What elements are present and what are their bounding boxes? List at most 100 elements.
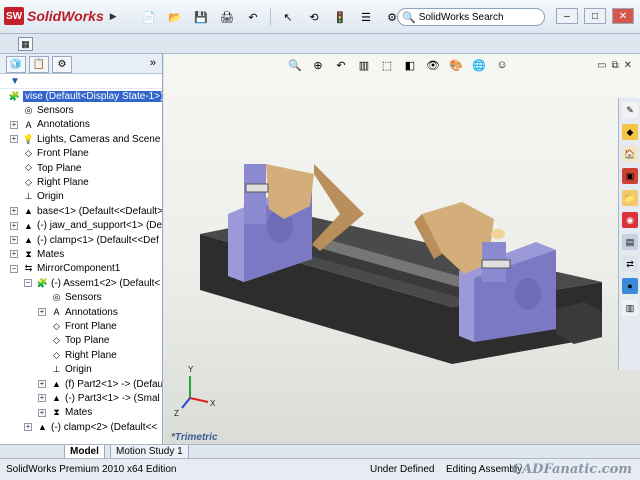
new-document-icon[interactable]: 📄 xyxy=(138,8,160,26)
tree-item[interactable]: ⊥ Origin xyxy=(0,190,162,204)
feature-manager-panel: 🧊 📋 ⚙ » ▼ 🧩 vise (Default<Display State-1… xyxy=(0,54,163,444)
more-tabs-icon[interactable]: » xyxy=(150,57,156,69)
solidworks-menu[interactable]: SW SolidWorks ▶ xyxy=(4,6,117,26)
expand-icon[interactable]: + xyxy=(38,379,46,388)
mates-icon: ⧗ xyxy=(53,407,60,418)
tree-item[interactable]: + ⧗ Mates xyxy=(0,247,162,261)
tree-item-label: (-) Part3<1> -> (Smal xyxy=(65,392,160,404)
tree-item-label: Mates xyxy=(65,407,93,419)
tree-item-label: (-) jaw_and_support<1> (Def xyxy=(37,220,162,232)
tree-item-label: Top Plane xyxy=(65,335,110,347)
pen-icon[interactable]: ✎ xyxy=(622,102,638,118)
tree-item[interactable]: ⊥ Origin xyxy=(0,362,162,376)
expand-icon[interactable]: + xyxy=(10,207,18,216)
tree-item[interactable]: + ▲ (-) Part3<1> -> (Smal xyxy=(0,391,162,405)
tree-item-label: (f) Part2<1> -> (Defau xyxy=(65,378,162,390)
scenes-icon[interactable]: ● xyxy=(622,278,638,294)
motion-study-tab[interactable]: Motion Study 1 xyxy=(110,445,189,459)
tree-item[interactable]: + ▲ (f) Part2<1> -> (Defau xyxy=(0,377,162,391)
feature-manager-tab-icon[interactable]: 🧊 xyxy=(6,56,26,73)
tree-item[interactable]: ◎ Sensors xyxy=(0,103,162,117)
window-controls: – □ ✕ xyxy=(556,8,634,24)
collapse-icon[interactable]: − xyxy=(10,264,18,273)
sensors-icon: ◎ xyxy=(52,291,61,302)
expand-icon[interactable]: + xyxy=(10,135,18,144)
vise-model[interactable]: Y X Z xyxy=(164,54,640,444)
save-icon[interactable]: 💾 xyxy=(190,8,212,26)
tree-item[interactable]: + ▲ (-) jaw_and_support<1> (Def xyxy=(0,219,162,233)
tree-item[interactable]: − 🧩 (-) Assem1<2> (Default< xyxy=(0,276,162,290)
expand-icon[interactable]: + xyxy=(38,307,46,316)
collapse-icon[interactable]: − xyxy=(24,279,32,288)
tree-item[interactable]: − ⇆ MirrorComponent1 xyxy=(0,262,162,276)
expand-icon[interactable]: + xyxy=(38,408,46,417)
tree-item[interactable]: + A Annotations xyxy=(0,305,162,319)
app-name: SolidWorks xyxy=(27,8,104,24)
property-manager-tab-icon[interactable]: 📋 xyxy=(29,56,49,73)
tree-item[interactable]: 🧩 vise (Default<Display State-1>) xyxy=(0,89,162,103)
expand-icon[interactable]: + xyxy=(10,250,18,259)
undo-icon[interactable]: ↶ xyxy=(242,8,264,26)
expand-icon[interactable]: + xyxy=(24,422,32,431)
tree-item[interactable]: ◇ Front Plane xyxy=(0,319,162,333)
mates-icon: ⧗ xyxy=(25,248,32,259)
tree-item[interactable]: ◇ Right Plane xyxy=(0,175,162,189)
graphics-area[interactable]: 🔍 ⊕ ↶ ▥ ⬚ ◧ 👁 🎨 🌐 ☺ ▭ ⧉ ✕ Y X Z *Trimetr… xyxy=(164,54,640,444)
edition-text: SolidWorks Premium 2010 x64 Edition xyxy=(6,464,177,475)
search-results-icon[interactable]: ▣ xyxy=(622,168,638,184)
tree-item-label: Annotations xyxy=(37,119,90,131)
tree-item[interactable]: + ▲ base<1> (Default<<Default> xyxy=(0,204,162,218)
right-knob xyxy=(491,229,505,239)
tree-item[interactable]: + ▲ (-) clamp<1> (Default<<Def xyxy=(0,233,162,247)
tree-item-label: Annotations xyxy=(65,306,118,318)
maximize-icon[interactable]: □ xyxy=(584,8,606,24)
command-manager-icon[interactable]: ▦ xyxy=(18,37,33,51)
expand-icon[interactable]: + xyxy=(10,120,18,129)
select-cursor-icon[interactable]: ↖ xyxy=(277,8,299,26)
model-tab[interactable]: Model xyxy=(64,445,105,459)
tree-item-label: Mates xyxy=(37,248,65,260)
view-palette-icon[interactable]: ▤ xyxy=(622,234,638,250)
part-icon: ▲ xyxy=(52,393,61,404)
tree-item[interactable]: ◇ Right Plane xyxy=(0,348,162,362)
triad-x-label: X xyxy=(210,399,216,408)
search-input[interactable]: SolidWorks Search xyxy=(419,12,504,23)
plane-icon: ◇ xyxy=(53,349,60,360)
feature-tree: 🧩 vise (Default<Display State-1>) ◎ Sensors… xyxy=(0,89,162,434)
custom-properties-icon[interactable]: ▥ xyxy=(622,300,638,316)
tree-item[interactable]: ◇ Front Plane xyxy=(0,147,162,161)
tree-item[interactable]: + ▲ (-) clamp<2> (Default<< xyxy=(0,420,162,434)
close-icon[interactable]: ✕ xyxy=(612,8,634,24)
expand-icon[interactable]: + xyxy=(38,394,46,403)
tree-item[interactable]: + ⧗ Mates xyxy=(0,406,162,420)
tree-item[interactable]: ◇ Top Plane xyxy=(0,334,162,348)
toolbox-icon[interactable]: ◉ xyxy=(622,212,638,228)
filter-icon[interactable]: ▼ xyxy=(10,76,20,87)
file-explorer-icon[interactable]: 🏠 xyxy=(622,146,638,162)
rebuild-icon[interactable]: ⟲ xyxy=(303,8,325,26)
plane-icon: ◇ xyxy=(53,335,60,346)
standard-toolbar: 📄 📂 💾 🖨 ↶ ↖ ⟲ 🚦 ☰ ⚙ xyxy=(138,8,403,26)
left-jaw-support xyxy=(244,164,266,224)
expand-icon[interactable]: + xyxy=(10,235,18,244)
appearances-icon[interactable]: ⇄ xyxy=(622,256,638,272)
tree-item[interactable]: + A Annotations xyxy=(0,118,162,132)
minimize-icon[interactable]: – xyxy=(556,8,578,24)
open-folder-icon[interactable]: 📂 xyxy=(164,8,186,26)
print-icon[interactable]: 🖨 xyxy=(216,8,238,26)
menu-arrow-icon[interactable]: ▶ xyxy=(110,11,117,22)
traffic-light-icon[interactable]: 🚦 xyxy=(329,8,351,26)
configuration-manager-tab-icon[interactable]: ⚙ xyxy=(52,56,72,73)
origin-icon: ⊥ xyxy=(24,191,33,202)
search-box[interactable]: 🔍 SolidWorks Search xyxy=(397,8,545,26)
tree-item[interactable]: ◎ Sensors xyxy=(0,290,162,304)
tree-item[interactable]: ◇ Top Plane xyxy=(0,161,162,175)
tree-item[interactable]: + 💡 Lights, Cameras and Scene xyxy=(0,132,162,146)
design-library-icon[interactable]: ◆ xyxy=(622,124,638,140)
tree-item-label: Origin xyxy=(37,191,64,203)
file-properties-icon[interactable]: ☰ xyxy=(355,8,377,26)
expand-icon[interactable]: + xyxy=(10,221,18,230)
folder-icon[interactable]: 📁 xyxy=(622,190,638,206)
triad-y-label: Y xyxy=(188,365,194,374)
status-bar: SolidWorks Premium 2010 x64 Edition Unde… xyxy=(0,458,640,480)
